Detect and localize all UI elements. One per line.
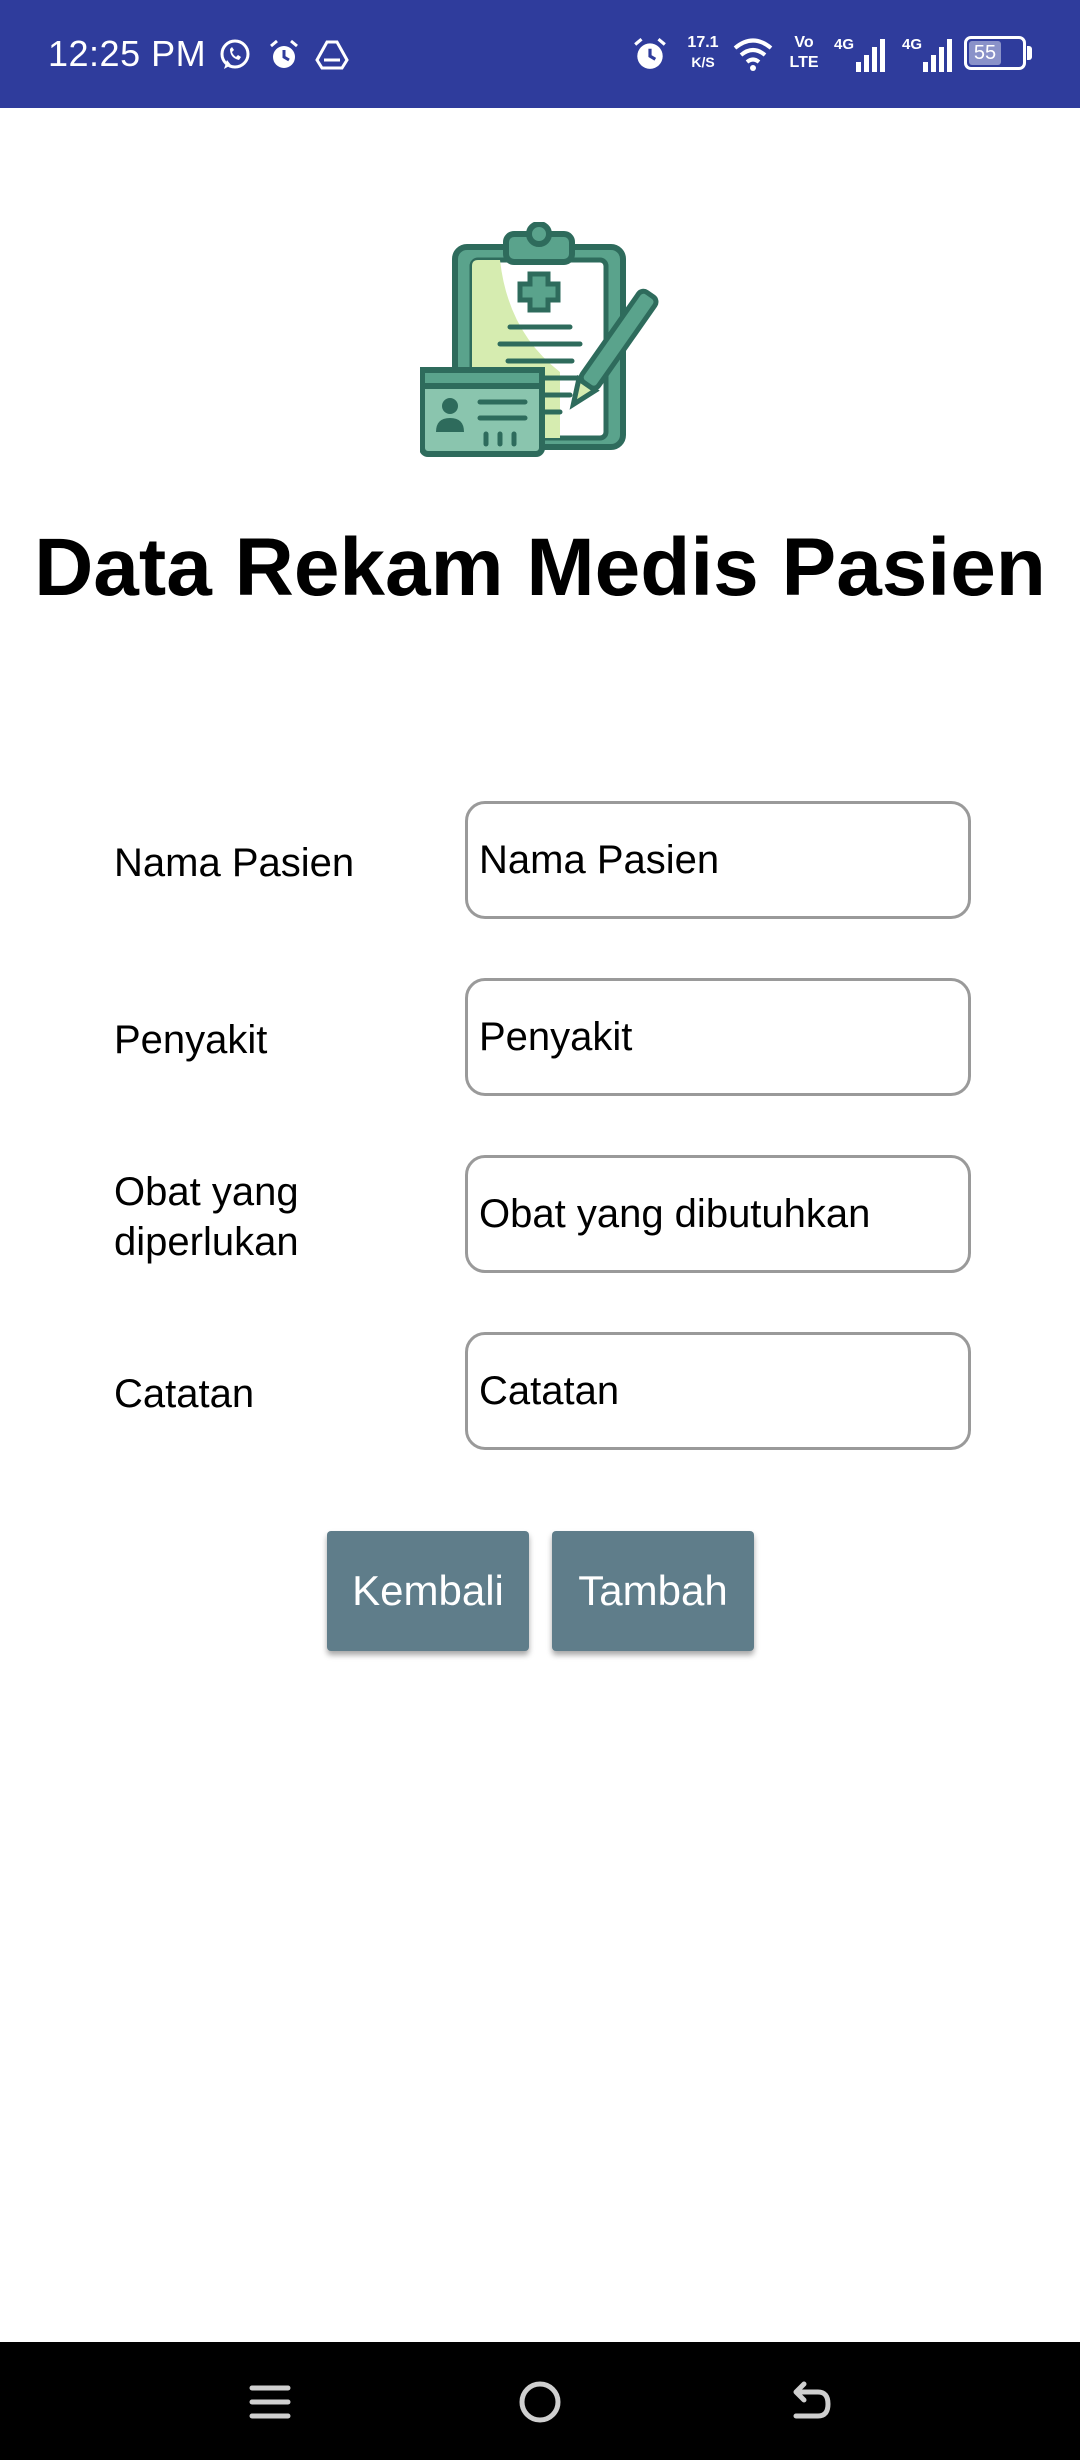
status-bar: 12:25 PM 17.1 K/S Vo LTE 4G 4G 55 (0, 0, 1080, 108)
kembali-button[interactable]: Kembali (327, 1531, 529, 1651)
back-icon[interactable] (770, 2364, 850, 2440)
signal-icon-2 (923, 39, 952, 72)
wifi-icon (733, 38, 773, 71)
page-title: Data Rekam Medis Pasien (34, 522, 1046, 613)
alarm-icon-right (634, 37, 666, 69)
volte-top: Vo (794, 34, 814, 51)
network-speed-value: 17.1 (687, 34, 719, 51)
volte-bottom: LTE (789, 54, 819, 71)
tambah-button[interactable]: Tambah (552, 1531, 754, 1651)
status-time: 12:25 PM (48, 33, 207, 74)
battery-icon: 55 (964, 36, 1026, 70)
network-speed-unit: K/S (691, 54, 715, 70)
nama-pasien-input[interactable] (465, 801, 971, 919)
obat-input[interactable] (465, 1155, 971, 1273)
label-obat: Obat yang diperlukan (114, 1170, 299, 1264)
label-catatan: Catatan (114, 1372, 255, 1416)
battery-tip (1027, 46, 1032, 60)
signal-icon-1 (856, 39, 885, 72)
medical-clipboard-icon (420, 222, 659, 457)
navigation-bar (0, 2342, 1080, 2460)
catatan-input[interactable] (465, 1332, 971, 1450)
home-icon[interactable] (500, 2364, 580, 2440)
drive-icon (315, 40, 349, 70)
label-nama-pasien: Nama Pasien (114, 841, 355, 885)
battery-level: 55 (969, 41, 1001, 65)
whatsapp-icon (220, 39, 250, 69)
label-penyakit: Penyakit (114, 1018, 268, 1062)
menu-icon[interactable] (230, 2364, 310, 2440)
alarm-icon (270, 39, 298, 68)
penyakit-input[interactable] (465, 978, 971, 1096)
